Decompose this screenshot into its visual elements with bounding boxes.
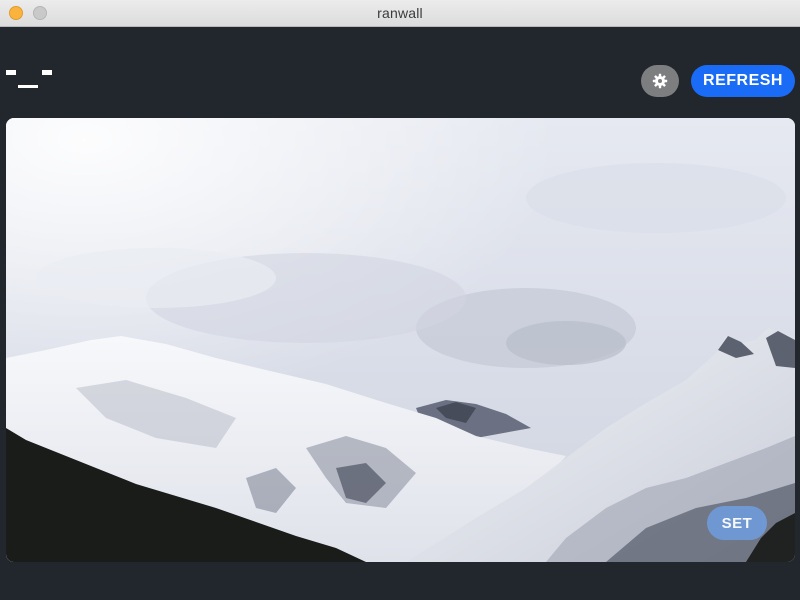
title-bar: ranwall — [0, 0, 800, 27]
app-window: ranwall REFRESH SET — [0, 0, 800, 600]
settings-button[interactable] — [641, 65, 679, 97]
ascii-face-logo-icon — [6, 64, 56, 92]
wallpaper-preview — [6, 118, 795, 562]
refresh-button[interactable]: REFRESH — [691, 65, 795, 97]
mountain-landscape-image — [6, 118, 795, 562]
gear-icon — [652, 73, 668, 89]
set-wallpaper-button[interactable]: SET — [707, 506, 767, 540]
window-title: ranwall — [377, 5, 423, 21]
